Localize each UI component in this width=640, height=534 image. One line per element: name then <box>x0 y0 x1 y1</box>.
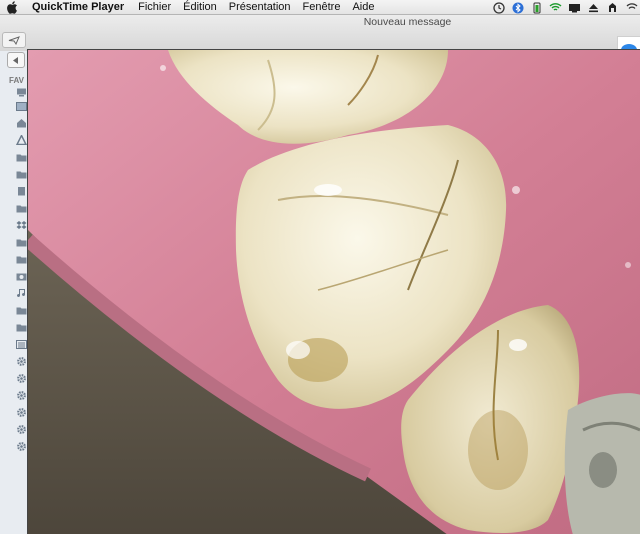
menu-edition[interactable]: Édition <box>177 0 223 15</box>
menu-presentation[interactable]: Présentation <box>223 0 297 15</box>
mail-compose-window: Nouveau message <box>0 15 640 65</box>
folder-icon[interactable] <box>15 203 27 213</box>
folder-icon[interactable] <box>15 169 27 179</box>
computer-icon[interactable] <box>15 87 27 97</box>
menu-aide[interactable]: Aide <box>346 0 380 15</box>
desktop-icon[interactable] <box>15 101 27 111</box>
folder-icon[interactable] <box>15 254 27 264</box>
back-button[interactable] <box>7 52 25 68</box>
window-title: Nouveau message <box>363 16 452 28</box>
send-icon <box>8 35 20 45</box>
menu-fichier[interactable]: Fichier <box>132 0 177 15</box>
battery-icon[interactable] <box>530 2 543 13</box>
apple-menu-icon[interactable] <box>7 0 19 14</box>
airplay-icon[interactable] <box>625 2 638 13</box>
documents-icon[interactable] <box>15 186 27 196</box>
back-arrow-icon <box>13 56 18 64</box>
wifi-icon[interactable] <box>549 2 562 13</box>
photos-icon[interactable] <box>15 271 27 281</box>
quicktime-video-frame[interactable] <box>27 49 640 534</box>
list-icon[interactable] <box>15 339 27 349</box>
folder-icon[interactable] <box>15 305 27 315</box>
gear-icon[interactable] <box>15 407 27 417</box>
scripts-icon[interactable] <box>606 2 619 13</box>
send-button[interactable] <box>2 32 26 48</box>
time-machine-icon[interactable] <box>492 1 505 14</box>
gear-icon[interactable] <box>15 390 27 400</box>
folder-icon[interactable] <box>15 237 27 247</box>
folder-icon[interactable] <box>15 322 27 332</box>
bluetooth-icon[interactable] <box>511 2 524 13</box>
video-frame-image <box>28 50 640 534</box>
status-area <box>492 0 640 15</box>
gear-icon[interactable] <box>15 356 27 366</box>
dropbox-icon[interactable] <box>15 220 27 230</box>
gear-icon[interactable] <box>15 441 27 451</box>
gear-icon[interactable] <box>15 424 27 434</box>
menu-fenetre[interactable]: Fenêtre <box>297 0 347 15</box>
favorites-label: FAV <box>9 76 24 85</box>
display-icon[interactable] <box>568 2 581 13</box>
eject-icon[interactable] <box>587 2 600 13</box>
applications-icon[interactable] <box>15 135 27 145</box>
gear-icon[interactable] <box>15 373 27 383</box>
home-icon[interactable] <box>15 118 27 128</box>
app-menu[interactable]: QuickTime Player <box>28 0 132 15</box>
music-icon[interactable] <box>15 288 27 298</box>
menu-bar: QuickTime Player Fichier Édition Présent… <box>0 0 640 15</box>
folder-icon[interactable] <box>15 152 27 162</box>
